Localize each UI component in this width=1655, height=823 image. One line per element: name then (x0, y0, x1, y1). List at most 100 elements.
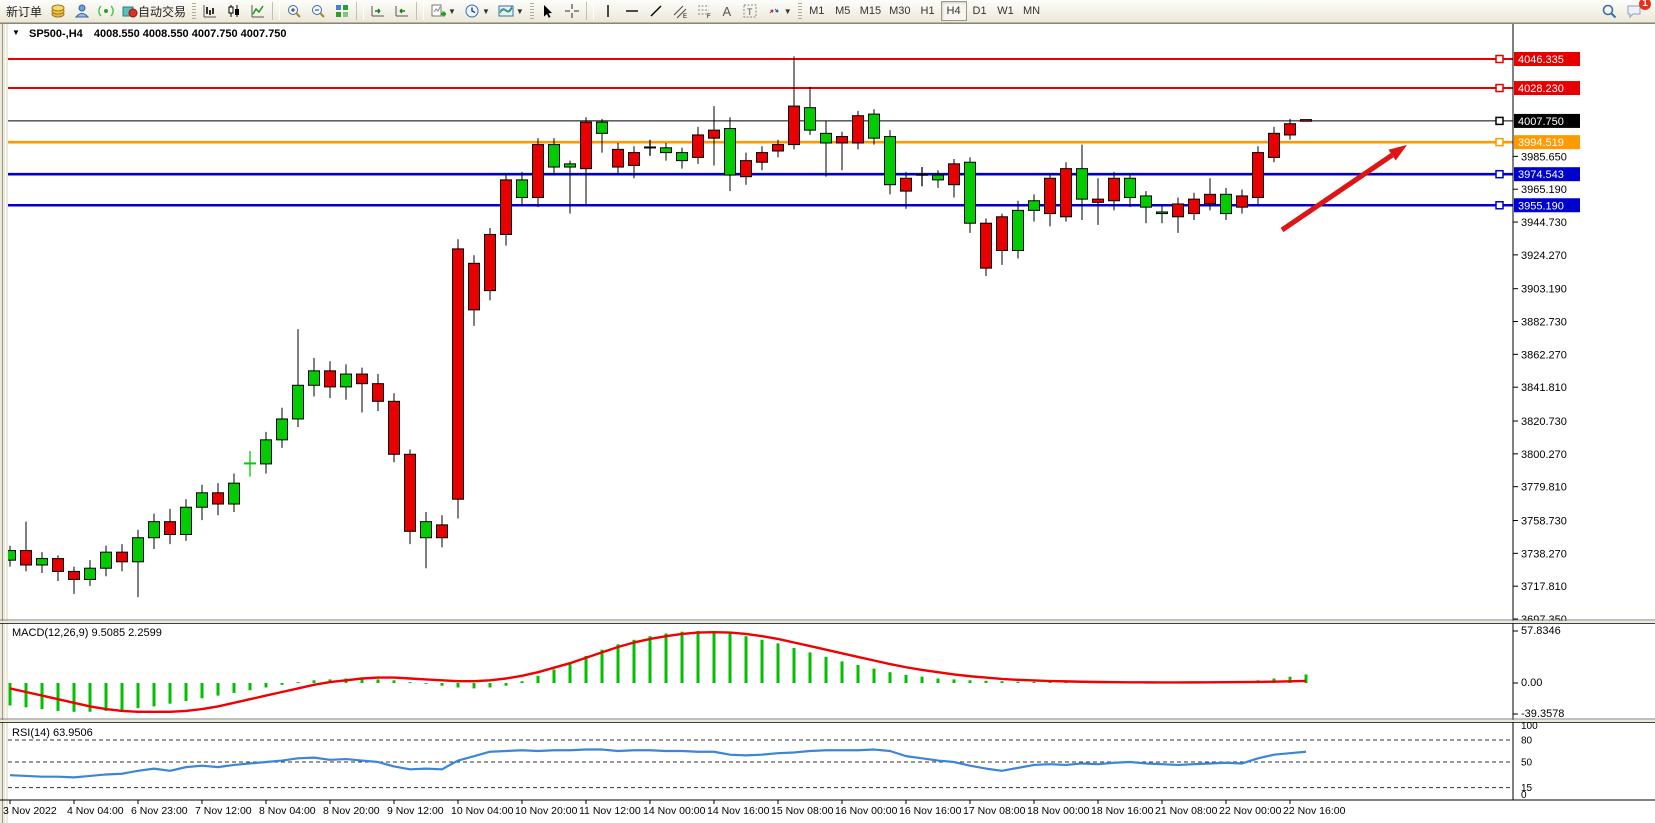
line-marker[interactable] (1496, 117, 1503, 124)
arrows-tool-button[interactable]: ▼ (762, 1, 796, 21)
chevron-down-icon[interactable]: ▼ (12, 28, 20, 37)
crosshair-tool-button[interactable] (560, 1, 584, 21)
chart-window[interactable]: ▼ SP500-,H4 4008.550 4008.550 4007.750 4… (0, 23, 1655, 823)
signals-icon[interactable] (94, 1, 118, 21)
time-axis-label: 18 Nov 16:00 (1091, 805, 1154, 817)
timeframe-m5[interactable]: M5 (830, 1, 856, 21)
line-chart-icon (250, 3, 266, 19)
candle (805, 108, 816, 130)
candle (597, 122, 608, 133)
line-marker[interactable] (1496, 202, 1503, 209)
line-marker[interactable] (1496, 56, 1503, 63)
timeframe-d1[interactable]: D1 (967, 1, 993, 21)
zoom-in-button[interactable] (282, 1, 306, 21)
auto-scroll-button[interactable] (390, 1, 414, 21)
toolbar-separator (416, 2, 424, 20)
timeframe-h4[interactable]: H4 (941, 1, 967, 21)
period-button[interactable]: ▼ (460, 1, 494, 21)
macd-label: MACD(12,26,9) 9.5085 2.2599 (12, 627, 162, 639)
user-icon (74, 3, 90, 19)
timeframe-m15[interactable]: M15 (856, 1, 885, 21)
fibonacci-icon: F (696, 3, 712, 19)
chart-title: ▼ SP500-,H4 4008.550 4008.550 4007.750 4… (12, 28, 287, 40)
candle (709, 130, 720, 138)
trend-arrow[interactable] (1282, 155, 1392, 230)
vline-tool-button[interactable] (596, 1, 620, 21)
macd-axis-label: 0.00 (1521, 677, 1542, 689)
timeframe-m30[interactable]: M30 (885, 1, 914, 21)
bar-chart-button[interactable] (198, 1, 222, 21)
candle (901, 178, 912, 191)
candle (1237, 196, 1248, 207)
notifications-button[interactable]: 1 (1622, 1, 1647, 21)
accounts-icon[interactable] (70, 1, 94, 21)
timeframe-m1[interactable]: M1 (804, 1, 830, 21)
candle (437, 525, 448, 538)
rsi-pane[interactable]: RSI(14) 63.95061008050150 (8, 721, 1538, 801)
candle (53, 559, 64, 572)
toolbar-grip[interactable] (192, 3, 196, 19)
candle (1061, 169, 1072, 217)
time-axis-label: 4 Nov 04:00 (67, 805, 124, 817)
line-marker[interactable] (1496, 139, 1503, 146)
add-indicator-button[interactable]: ▼ (426, 1, 460, 21)
chart-shift-button[interactable] (366, 1, 390, 21)
toolbar-grip[interactable] (798, 3, 802, 19)
gold-stack-icon (50, 3, 66, 19)
arrow-shapes-icon (766, 3, 782, 19)
price-tick-label: 3779.810 (1521, 482, 1567, 494)
trendline-tool-button[interactable] (644, 1, 668, 21)
timeframe-w1[interactable]: W1 (993, 1, 1019, 21)
candle (357, 374, 368, 384)
rsi-line (10, 750, 1306, 778)
candle (1205, 194, 1216, 204)
candle (309, 371, 320, 385)
candle (117, 552, 128, 562)
candle (693, 135, 704, 157)
toolbar-grip[interactable] (530, 3, 534, 19)
candle (581, 122, 592, 169)
candle (933, 175, 944, 180)
auto-trading-button[interactable]: 自动交易 (118, 1, 190, 21)
text-tool-button[interactable]: A (716, 1, 738, 21)
price-tick-label: 3985.650 (1521, 151, 1567, 163)
timeframe-h1[interactable]: H1 (915, 1, 941, 21)
time-axis-label: 8 Nov 04:00 (259, 805, 316, 817)
zoom-out-button[interactable] (306, 1, 330, 21)
chart-canvas[interactable]: 3985.6503965.1903944.7303924.2703903.190… (0, 24, 1655, 823)
price-tick-label: 3965.190 (1521, 184, 1567, 196)
channel-tool-button[interactable]: E (668, 1, 692, 21)
candle (549, 145, 560, 167)
tile-windows-button[interactable] (330, 1, 354, 21)
search-button[interactable] (1597, 1, 1622, 21)
chevron-down-icon: ▼ (448, 7, 456, 16)
text-label-tool-button[interactable]: T (738, 1, 762, 21)
cursor-tool-button[interactable] (536, 1, 560, 21)
hline-tool-button[interactable] (620, 1, 644, 21)
new-order-button[interactable]: 新订单 (2, 1, 46, 21)
timeframe-mn[interactable]: MN (1019, 1, 1045, 21)
zoom-in-icon (286, 3, 302, 19)
candle (1189, 199, 1200, 213)
candle-chart-button[interactable] (222, 1, 246, 21)
text-tool-icon: A (722, 4, 731, 19)
fibonacci-tool-button[interactable]: F (692, 1, 716, 21)
line-marker[interactable] (1496, 85, 1503, 92)
trendline-icon (648, 3, 664, 19)
price-tick-label: 3924.270 (1521, 250, 1567, 262)
candle (789, 106, 800, 145)
time-axis-label: 16 Nov 00:00 (835, 805, 898, 817)
toolbar-separator (356, 2, 364, 20)
history-center-icon[interactable] (46, 1, 70, 21)
indicator-plus-icon (430, 3, 446, 19)
line-chart-button[interactable] (246, 1, 270, 21)
line-marker[interactable] (1496, 171, 1503, 178)
macd-pane[interactable]: MACD(12,26,9) 9.5085 2.259957.83460.00-3… (10, 625, 1564, 720)
candle (1077, 169, 1088, 199)
toolbar-separator (586, 2, 594, 20)
search-icon (1601, 3, 1618, 20)
time-axis-label: 18 Nov 00:00 (1027, 805, 1090, 817)
candle (85, 568, 96, 579)
template-button[interactable]: ▼ (494, 1, 528, 21)
candle (1125, 178, 1136, 197)
